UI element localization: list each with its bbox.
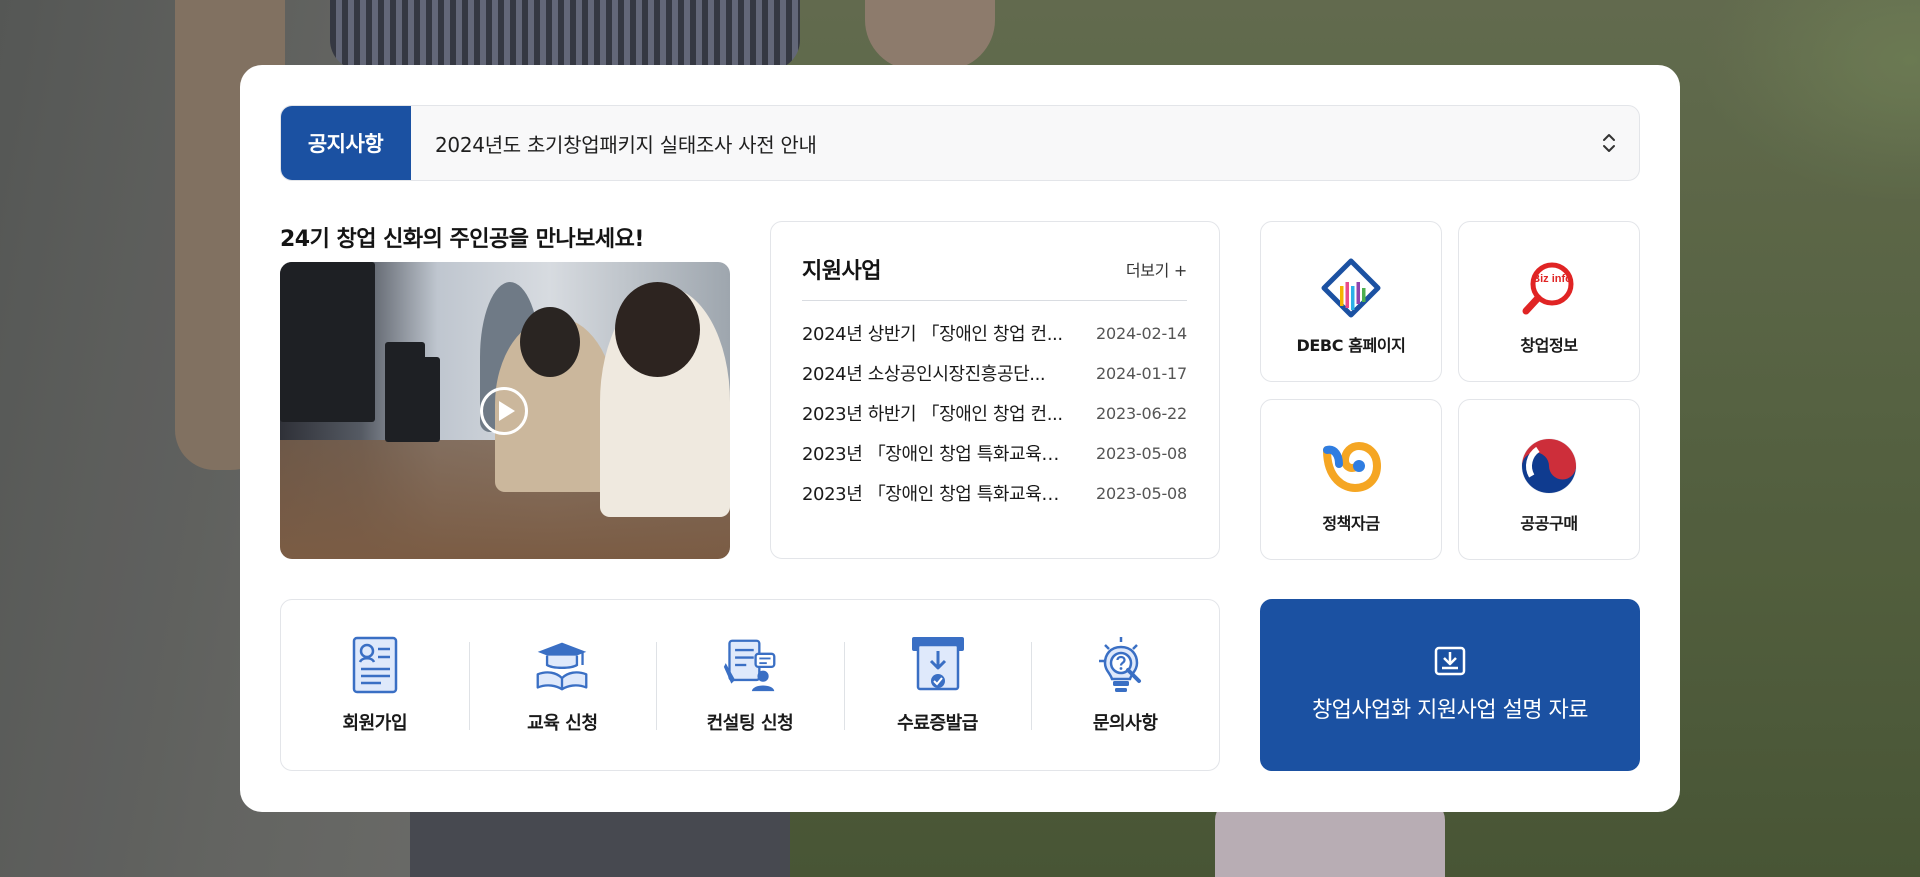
tile-debc-homepage[interactable]: DEBC 홈페이지 <box>1260 221 1442 382</box>
debc-logo-icon <box>1321 258 1381 318</box>
tile-public-procurement[interactable]: 공공구매 <box>1458 399 1640 560</box>
support-list: 2024년 상반기 「장애인 창업 컨... 2024-02-14 2024년 소… <box>802 313 1187 513</box>
support-title: 지원사업 <box>802 259 881 284</box>
download-briefing-material-button[interactable]: 창업사업화 지원사업 설명 자료 <box>1260 599 1640 771</box>
support-list-item[interactable]: 2023년 「장애인 창업 특화교육」... 2023-05-08 <box>802 473 1187 513</box>
graduation-cap-book-icon <box>536 642 588 691</box>
play-icon <box>498 401 515 421</box>
notice-label: 공지사항 <box>281 106 411 180</box>
consulting-document-icon <box>723 639 776 692</box>
service-consulting-apply[interactable]: 컨설팅 신청 <box>656 600 844 770</box>
service-menu: 회원가입 교육 신청 컨설팅 신청 수료증발급 문의사항 <box>280 599 1220 771</box>
service-education-apply[interactable]: 교육 신청 <box>468 600 657 770</box>
main-card: 공지사항 2024년도 초기창업패키지 실태조사 사전 안내 24기 창업 신화… <box>240 65 1680 812</box>
download-tray-icon <box>1434 646 1466 676</box>
notice-rotate-button[interactable] <box>1579 132 1639 154</box>
service-member-join[interactable]: 회원가입 <box>281 600 469 770</box>
support-list-item[interactable]: 2023년 하반기 「장애인 창업 컨... 2023-06-22 <box>802 393 1187 433</box>
lightbulb-question-icon <box>1099 637 1142 692</box>
chevron-up-down-icon <box>1603 134 1615 152</box>
service-certificate-issue[interactable]: 수료증발급 <box>843 600 1032 770</box>
svg-text:Biz info: Biz info <box>1532 273 1572 285</box>
notice-text-link[interactable]: 2024년도 초기창업패키지 실태조사 사전 안내 <box>411 129 1579 158</box>
support-list-item[interactable]: 2023년 「장애인 창업 특화교육」... 2023-05-08 <box>802 433 1187 473</box>
video-section-title: 24기 창업 신화의 주인공을 만나보세요! <box>280 227 644 252</box>
public-procurement-logo-icon <box>1521 438 1577 494</box>
tile-policy-fund[interactable]: 정책자금 <box>1260 399 1442 560</box>
tile-bizinfo[interactable]: Biz info 창업정보 <box>1458 221 1640 382</box>
play-button[interactable] <box>480 387 528 435</box>
certificate-issue-icon <box>911 637 964 691</box>
more-link[interactable]: 더보기 + <box>1126 257 1187 281</box>
video-thumbnail[interactable] <box>280 262 730 559</box>
policy-fund-logo-icon <box>1323 441 1381 492</box>
support-list-item[interactable]: 2024년 소상공인시장진흥공단... 2024-01-17 <box>802 353 1187 393</box>
service-inquiry[interactable]: 문의사항 <box>1031 600 1219 770</box>
member-form-icon <box>352 636 398 694</box>
support-business-panel: 지원사업 더보기 + 2024년 상반기 「장애인 창업 컨... 2024-02… <box>770 221 1220 559</box>
notice-bar: 공지사항 2024년도 초기창업패키지 실태조사 사전 안내 <box>280 105 1640 181</box>
bizinfo-logo-icon: Biz info <box>1522 262 1574 315</box>
support-list-item[interactable]: 2024년 상반기 「장애인 창업 컨... 2024-02-14 <box>802 313 1187 353</box>
